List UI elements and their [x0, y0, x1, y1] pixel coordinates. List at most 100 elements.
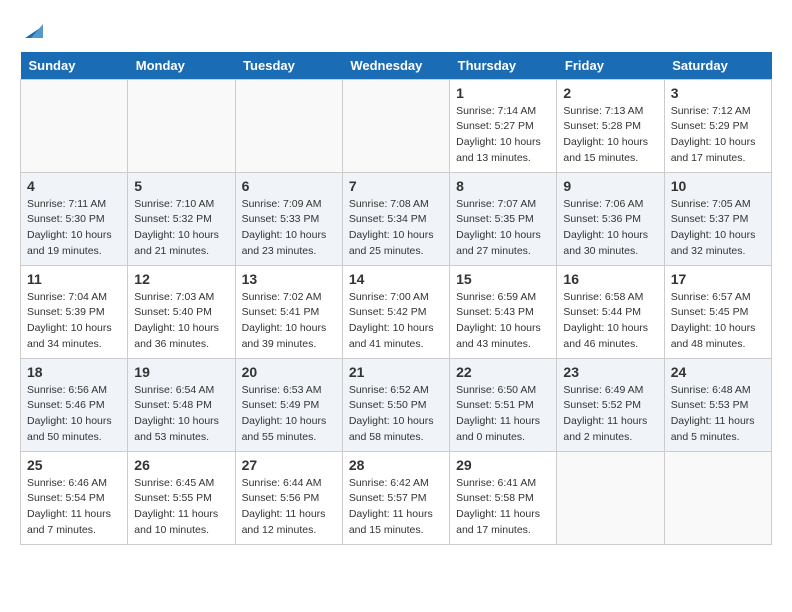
calendar-cell: 17 Sunrise: 6:57 AM Sunset: 5:45 PM Dayli…	[664, 265, 771, 358]
day-info: Sunrise: 6:50 AM Sunset: 5:51 PM Dayligh…	[456, 383, 550, 446]
day-info: Sunrise: 6:42 AM Sunset: 5:57 PM Dayligh…	[349, 476, 443, 539]
day-info: Sunrise: 7:09 AM Sunset: 5:33 PM Dayligh…	[242, 197, 336, 260]
calendar-cell: 27 Sunrise: 6:44 AM Sunset: 5:56 PM Dayli…	[235, 451, 342, 544]
day-info: Sunrise: 7:12 AM Sunset: 5:29 PM Dayligh…	[671, 104, 765, 167]
header-day-friday: Friday	[557, 52, 664, 80]
day-info: Sunrise: 6:46 AM Sunset: 5:54 PM Dayligh…	[27, 476, 121, 539]
day-info: Sunrise: 7:14 AM Sunset: 5:27 PM Dayligh…	[456, 104, 550, 167]
day-number: 7	[349, 178, 443, 194]
calendar-cell: 5 Sunrise: 7:10 AM Sunset: 5:32 PM Daylig…	[128, 172, 235, 265]
calendar-cell: 12 Sunrise: 7:03 AM Sunset: 5:40 PM Dayli…	[128, 265, 235, 358]
day-info: Sunrise: 7:10 AM Sunset: 5:32 PM Dayligh…	[134, 197, 228, 260]
calendar-cell: 23 Sunrise: 6:49 AM Sunset: 5:52 PM Dayli…	[557, 358, 664, 451]
calendar-cell: 9 Sunrise: 7:06 AM Sunset: 5:36 PM Daylig…	[557, 172, 664, 265]
calendar-cell: 21 Sunrise: 6:52 AM Sunset: 5:50 PM Dayli…	[342, 358, 449, 451]
day-number: 16	[563, 271, 657, 287]
logo	[20, 20, 44, 42]
logo-text	[20, 20, 44, 42]
calendar-cell: 26 Sunrise: 6:45 AM Sunset: 5:55 PM Dayli…	[128, 451, 235, 544]
day-number: 27	[242, 457, 336, 473]
header-day-saturday: Saturday	[664, 52, 771, 80]
calendar-cell: 29Sunrise: 6:41 AM Sunset: 5:58 PM Dayli…	[450, 451, 557, 544]
header-day-sunday: Sunday	[21, 52, 128, 80]
calendar-cell: 7 Sunrise: 7:08 AM Sunset: 5:34 PM Daylig…	[342, 172, 449, 265]
week-row-1: 1 Sunrise: 7:14 AM Sunset: 5:27 PM Daylig…	[21, 79, 772, 172]
logo-icon	[21, 22, 43, 40]
day-number: 17	[671, 271, 765, 287]
calendar-cell: 1 Sunrise: 7:14 AM Sunset: 5:27 PM Daylig…	[450, 79, 557, 172]
day-number: 10	[671, 178, 765, 194]
day-info: Sunrise: 7:03 AM Sunset: 5:40 PM Dayligh…	[134, 290, 228, 353]
week-row-4: 18 Sunrise: 6:56 AM Sunset: 5:46 PM Dayli…	[21, 358, 772, 451]
day-number: 15	[456, 271, 550, 287]
calendar-cell: 14 Sunrise: 7:00 AM Sunset: 5:42 PM Dayli…	[342, 265, 449, 358]
day-number: 2	[563, 85, 657, 101]
calendar-cell	[664, 451, 771, 544]
calendar-cell	[557, 451, 664, 544]
day-number: 21	[349, 364, 443, 380]
calendar-cell: 4 Sunrise: 7:11 AM Sunset: 5:30 PM Daylig…	[21, 172, 128, 265]
day-info: Sunrise: 6:44 AM Sunset: 5:56 PM Dayligh…	[242, 476, 336, 539]
header-row: SundayMondayTuesdayWednesdayThursdayFrid…	[21, 52, 772, 80]
day-number: 26	[134, 457, 228, 473]
day-info: Sunrise: 6:53 AM Sunset: 5:49 PM Dayligh…	[242, 383, 336, 446]
day-number: 11	[27, 271, 121, 287]
day-number: 22	[456, 364, 550, 380]
day-number: 5	[134, 178, 228, 194]
day-number: 25	[27, 457, 121, 473]
day-number: 1	[456, 85, 550, 101]
day-info: Sunrise: 6:41 AM Sunset: 5:58 PM Dayligh…	[456, 476, 550, 539]
calendar-cell	[235, 79, 342, 172]
day-number: 14	[349, 271, 443, 287]
day-info: Sunrise: 7:05 AM Sunset: 5:37 PM Dayligh…	[671, 197, 765, 260]
day-info: Sunrise: 6:49 AM Sunset: 5:52 PM Dayligh…	[563, 383, 657, 446]
calendar-cell: 20 Sunrise: 6:53 AM Sunset: 5:49 PM Dayli…	[235, 358, 342, 451]
day-info: Sunrise: 6:48 AM Sunset: 5:53 PM Dayligh…	[671, 383, 765, 446]
calendar-cell: 11Sunrise: 7:04 AM Sunset: 5:39 PM Dayli…	[21, 265, 128, 358]
day-info: Sunrise: 6:52 AM Sunset: 5:50 PM Dayligh…	[349, 383, 443, 446]
day-number: 12	[134, 271, 228, 287]
calendar-cell: 19 Sunrise: 6:54 AM Sunset: 5:48 PM Dayli…	[128, 358, 235, 451]
header-day-tuesday: Tuesday	[235, 52, 342, 80]
day-number: 18	[27, 364, 121, 380]
day-info: Sunrise: 6:59 AM Sunset: 5:43 PM Dayligh…	[456, 290, 550, 353]
day-info: Sunrise: 7:13 AM Sunset: 5:28 PM Dayligh…	[563, 104, 657, 167]
header-day-wednesday: Wednesday	[342, 52, 449, 80]
day-info: Sunrise: 7:06 AM Sunset: 5:36 PM Dayligh…	[563, 197, 657, 260]
day-number: 4	[27, 178, 121, 194]
day-info: Sunrise: 6:45 AM Sunset: 5:55 PM Dayligh…	[134, 476, 228, 539]
day-info: Sunrise: 7:08 AM Sunset: 5:34 PM Dayligh…	[349, 197, 443, 260]
week-row-2: 4 Sunrise: 7:11 AM Sunset: 5:30 PM Daylig…	[21, 172, 772, 265]
day-number: 9	[563, 178, 657, 194]
calendar-cell: 22 Sunrise: 6:50 AM Sunset: 5:51 PM Dayli…	[450, 358, 557, 451]
day-info: Sunrise: 6:54 AM Sunset: 5:48 PM Dayligh…	[134, 383, 228, 446]
week-row-3: 11Sunrise: 7:04 AM Sunset: 5:39 PM Dayli…	[21, 265, 772, 358]
day-number: 20	[242, 364, 336, 380]
day-number: 13	[242, 271, 336, 287]
calendar-cell	[342, 79, 449, 172]
day-number: 28	[349, 457, 443, 473]
day-info: Sunrise: 7:00 AM Sunset: 5:42 PM Dayligh…	[349, 290, 443, 353]
calendar-cell: 15 Sunrise: 6:59 AM Sunset: 5:43 PM Dayli…	[450, 265, 557, 358]
day-number: 8	[456, 178, 550, 194]
calendar-cell: 25 Sunrise: 6:46 AM Sunset: 5:54 PM Dayli…	[21, 451, 128, 544]
day-number: 24	[671, 364, 765, 380]
calendar-cell: 18 Sunrise: 6:56 AM Sunset: 5:46 PM Dayli…	[21, 358, 128, 451]
calendar-cell: 3Sunrise: 7:12 AM Sunset: 5:29 PM Daylig…	[664, 79, 771, 172]
calendar-cell: 13 Sunrise: 7:02 AM Sunset: 5:41 PM Dayli…	[235, 265, 342, 358]
header-day-monday: Monday	[128, 52, 235, 80]
calendar-cell	[21, 79, 128, 172]
day-info: Sunrise: 7:11 AM Sunset: 5:30 PM Dayligh…	[27, 197, 121, 260]
header-day-thursday: Thursday	[450, 52, 557, 80]
calendar-cell: 16Sunrise: 6:58 AM Sunset: 5:44 PM Dayli…	[557, 265, 664, 358]
day-info: Sunrise: 6:56 AM Sunset: 5:46 PM Dayligh…	[27, 383, 121, 446]
day-info: Sunrise: 7:02 AM Sunset: 5:41 PM Dayligh…	[242, 290, 336, 353]
calendar-cell: 24 Sunrise: 6:48 AM Sunset: 5:53 PM Dayli…	[664, 358, 771, 451]
calendar-cell: 6Sunrise: 7:09 AM Sunset: 5:33 PM Daylig…	[235, 172, 342, 265]
calendar-cell: 2 Sunrise: 7:13 AM Sunset: 5:28 PM Daylig…	[557, 79, 664, 172]
calendar-cell: 8Sunrise: 7:07 AM Sunset: 5:35 PM Daylig…	[450, 172, 557, 265]
day-number: 23	[563, 364, 657, 380]
calendar-cell: 10 Sunrise: 7:05 AM Sunset: 5:37 PM Dayli…	[664, 172, 771, 265]
day-info: Sunrise: 6:57 AM Sunset: 5:45 PM Dayligh…	[671, 290, 765, 353]
day-number: 19	[134, 364, 228, 380]
